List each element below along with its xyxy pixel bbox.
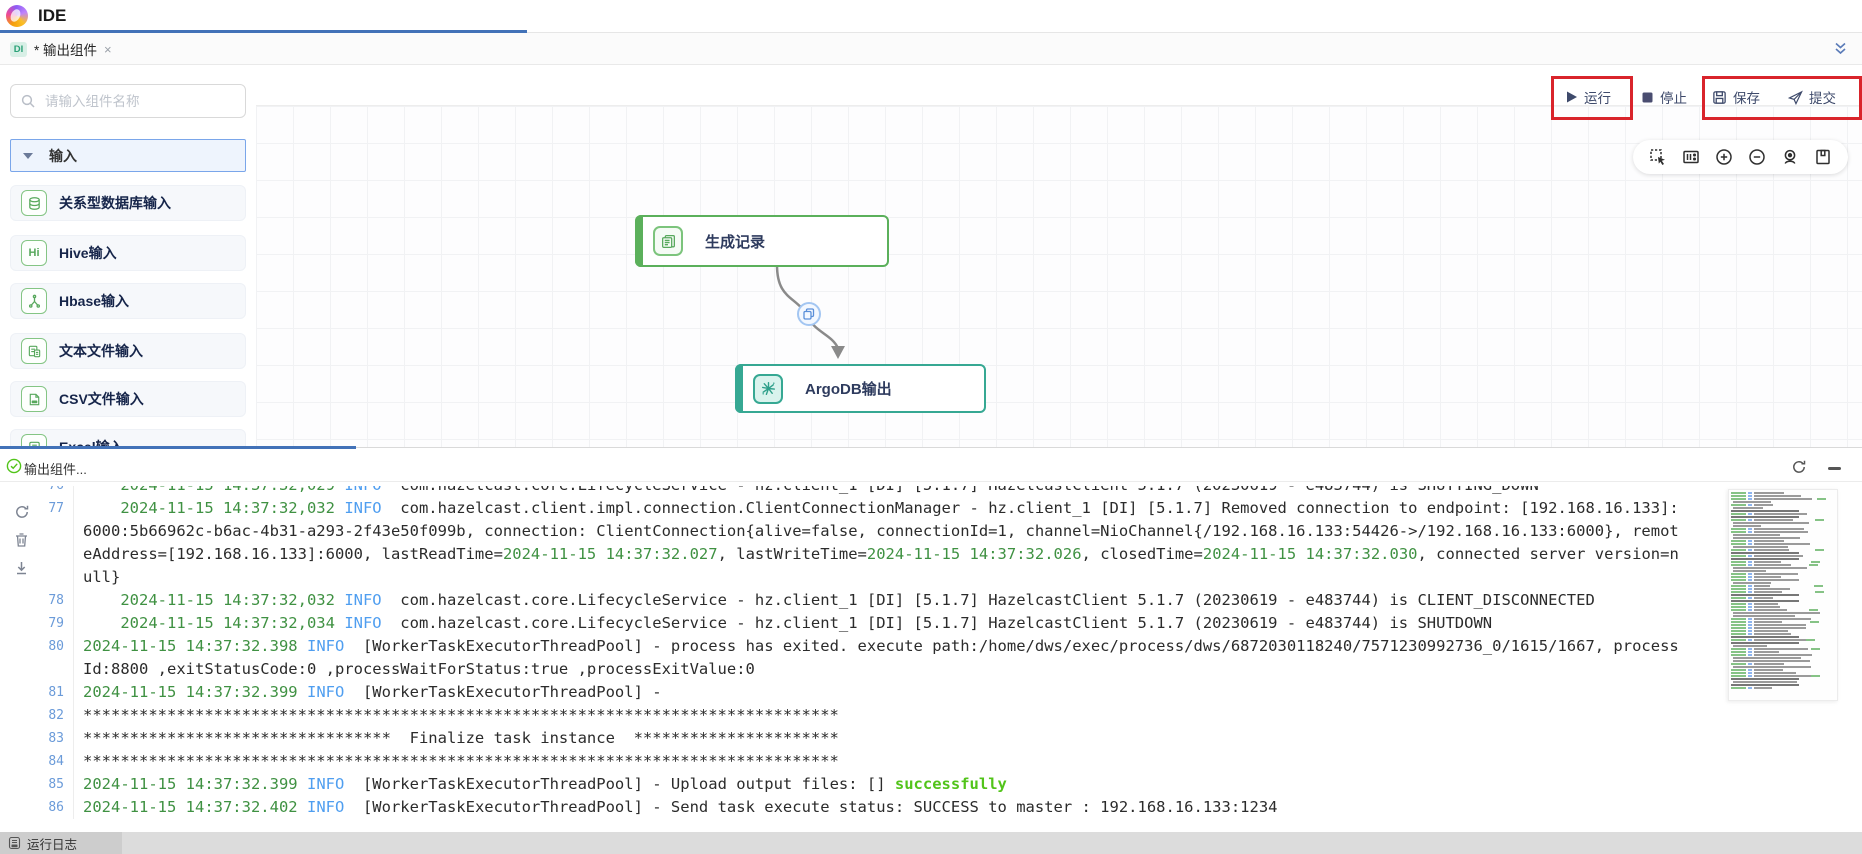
save-icon <box>1712 90 1727 105</box>
log-line: 78 2024-11-15 14:37:32,032 INFO com.haze… <box>36 589 1728 612</box>
log-line: 812024-11-15 14:37:32.399 INFO [WorkerTa… <box>36 681 1728 704</box>
log-output[interactable]: 76 2024-11-15 14:37:32,029 INFO com.haze… <box>36 486 1728 833</box>
records-doc-icon <box>653 226 683 256</box>
run-button[interactable]: 运行 <box>1565 87 1611 107</box>
log-line-number: 84 <box>36 750 73 773</box>
app-logo-icon <box>6 5 28 27</box>
zoom-in-icon[interactable] <box>1715 148 1733 166</box>
search-input[interactable] <box>43 93 245 110</box>
database-icon <box>21 190 47 216</box>
paper-plane-icon <box>1788 90 1803 105</box>
stop-button[interactable]: 停止 <box>1641 87 1687 107</box>
log-line: 852024-11-15 14:37:32.399 INFO [WorkerTa… <box>36 773 1728 796</box>
log-line-text: 2024-11-15 14:37:32,032 INFO com.hazelca… <box>73 589 1679 612</box>
play-icon <box>1565 90 1578 104</box>
document-tabbar: DI * 输出组件 × <box>0 33 1862 65</box>
sidebar-item-text-file-input[interactable]: 文本文件输入 <box>10 333 246 369</box>
chevron-down-icon <box>23 153 33 159</box>
zoom-out-icon[interactable] <box>1748 148 1766 166</box>
log-line: 79 2024-11-15 14:37:32,034 INFO com.haze… <box>36 612 1728 635</box>
check-circle-icon <box>6 458 22 479</box>
log-line-number: 81 <box>36 681 73 704</box>
log-line: 76 2024-11-15 14:37:32,029 INFO com.haze… <box>36 486 1728 497</box>
sidebar-item-rdb-input[interactable]: 关系型数据库输入 <box>10 185 246 221</box>
log-line-text: 2024-11-15 14:37:32.402 INFO [WorkerTask… <box>73 796 1679 819</box>
sidebar-item-hive-input[interactable]: Hi Hive输入 <box>10 235 246 271</box>
edge-copy-badge[interactable] <box>797 302 821 326</box>
hive-icon: Hi <box>21 240 47 266</box>
node-argodb-output[interactable]: ArgoDB输出 <box>735 364 986 413</box>
log-panel: 输出组件... 76 2024-11-15 14:37:32,029 INFO … <box>0 447 1862 832</box>
component-search-box[interactable] <box>10 84 246 118</box>
component-sidebar: 输入 关系型数据库输入 Hi Hive输入 Hbase输入 <box>0 65 256 447</box>
minimize-icon[interactable] <box>1828 467 1841 470</box>
node-generate-records[interactable]: 生成记录 <box>635 215 889 267</box>
log-line-number: 80 <box>36 635 73 681</box>
app-header: IDE <box>0 0 1862 33</box>
log-line-text: ********************************* Finali… <box>73 727 1679 750</box>
log-refresh-icon[interactable] <box>14 504 30 525</box>
log-panel-title: 输出组件... <box>24 459 87 478</box>
bottom-bar: 运行日志 <box>0 832 1862 854</box>
marquee-select-icon[interactable] <box>1649 148 1667 166</box>
di-badge: DI <box>10 42 27 57</box>
log-panel-header: 输出组件... <box>0 451 1862 482</box>
tab-close-icon[interactable]: × <box>104 43 112 56</box>
log-line-number: 85 <box>36 773 73 796</box>
tab-output-component[interactable]: DI * 输出组件 × <box>10 39 112 59</box>
log-line-text: 2024-11-15 14:37:32.398 INFO [WorkerTask… <box>73 635 1679 681</box>
flow-canvas[interactable] <box>256 106 1862 447</box>
log-line-text: ****************************************… <box>73 704 1679 727</box>
log-panel-active-indicator <box>0 446 356 449</box>
copy-icon <box>803 308 815 320</box>
log-line-number: 83 <box>36 727 73 750</box>
download-log-icon[interactable] <box>14 560 29 581</box>
log-line-text: 2024-11-15 14:37:32.399 INFO [WorkerTask… <box>73 681 1679 704</box>
csv-file-icon <box>21 386 47 412</box>
refresh-icon[interactable] <box>1791 459 1807 480</box>
log-line: 862024-11-15 14:37:32.402 INFO [WorkerTa… <box>36 796 1728 819</box>
ide-window: IDE DI * 输出组件 × 输入 <box>0 0 1862 854</box>
section-label: 输入 <box>49 146 77 166</box>
log-line-number: 76 <box>36 486 73 497</box>
app-title: IDE <box>38 6 66 26</box>
submit-button[interactable]: 提交 <box>1788 87 1836 107</box>
canvas-toolbar <box>1633 140 1848 174</box>
log-file-icon <box>8 836 21 850</box>
run-log-tab[interactable]: 运行日志 <box>0 832 122 854</box>
sidebar-section-input[interactable]: 输入 <box>10 139 246 172</box>
save-view-icon[interactable] <box>1814 148 1832 166</box>
clear-log-icon[interactable] <box>14 532 29 553</box>
log-line-text: 2024-11-15 14:37:32,032 INFO com.hazelca… <box>73 497 1679 589</box>
log-line-number: 78 <box>36 589 73 612</box>
log-minimap[interactable] <box>1728 489 1838 701</box>
save-button[interactable]: 保存 <box>1712 87 1760 107</box>
sidebar-item-excel-input[interactable]: Excel输入 <box>10 429 246 447</box>
minimap-icon[interactable] <box>1682 148 1700 166</box>
log-line: 77 2024-11-15 14:37:32,032 INFO com.haze… <box>36 497 1728 589</box>
log-line-text: 2024-11-15 14:37:32,034 INFO com.hazelca… <box>73 612 1679 635</box>
collapse-double-chevron-icon[interactable] <box>1833 41 1848 61</box>
log-line-number: 86 <box>36 796 73 819</box>
tab-title: * 输出组件 <box>34 39 97 59</box>
hbase-icon <box>21 288 47 314</box>
log-line-number: 82 <box>36 704 73 727</box>
sidebar-item-csv-file-input[interactable]: CSV文件输入 <box>10 381 246 417</box>
log-line-number: 77 <box>36 497 73 589</box>
log-line-text: ****************************************… <box>73 750 1679 773</box>
header-active-indicator <box>0 30 527 33</box>
log-line-text: 2024-11-15 14:37:32,029 INFO com.hazelca… <box>73 486 1679 497</box>
argodb-burst-icon <box>753 374 783 404</box>
stop-icon <box>1641 91 1654 104</box>
log-line: 83********************************* Fina… <box>36 727 1728 750</box>
log-line: 82**************************************… <box>36 704 1728 727</box>
log-line: 84**************************************… <box>36 750 1728 773</box>
log-line-number: 79 <box>36 612 73 635</box>
sidebar-item-hbase-input[interactable]: Hbase输入 <box>10 283 246 319</box>
search-icon <box>21 94 35 108</box>
log-line-text: 2024-11-15 14:37:32.399 INFO [WorkerTask… <box>73 773 1679 796</box>
text-file-icon <box>21 338 47 364</box>
log-line: 802024-11-15 14:37:32.398 INFO [WorkerTa… <box>36 635 1728 681</box>
center-view-icon[interactable] <box>1781 148 1799 166</box>
